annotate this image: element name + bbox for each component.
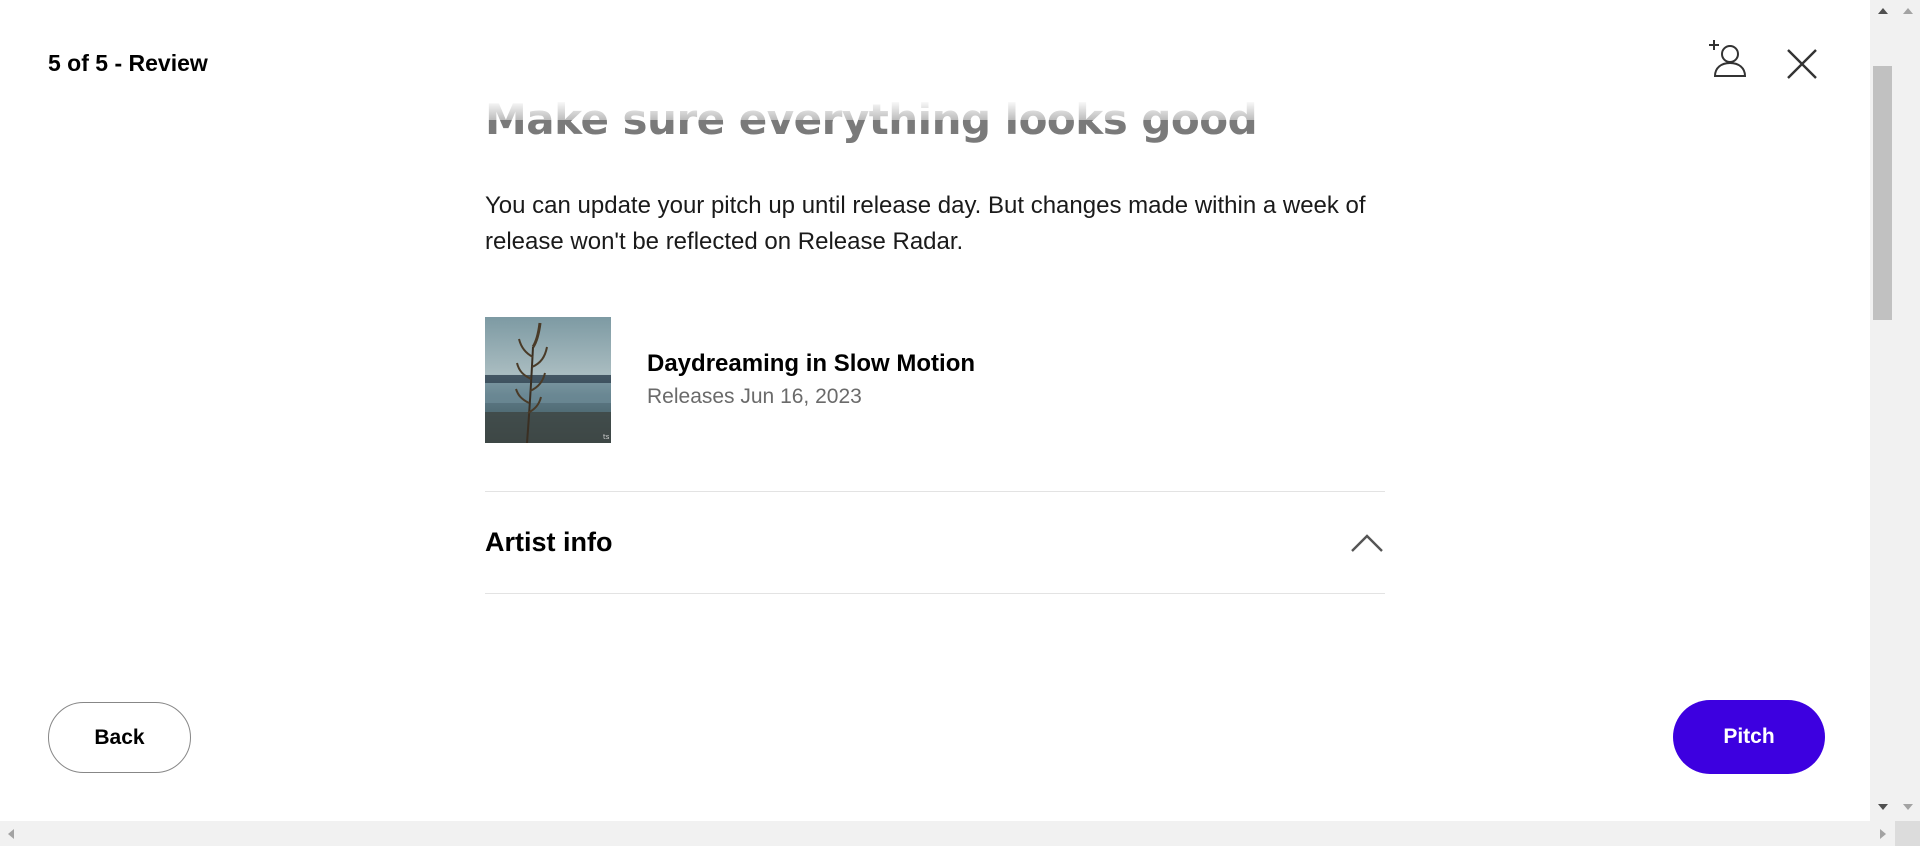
modal-viewport: Make sure everything looks good You can … xyxy=(0,0,1870,821)
pitch-button[interactable]: Pitch xyxy=(1673,700,1825,774)
horizontal-scrollbar[interactable] xyxy=(0,821,1895,846)
review-content: Make sure everything looks good You can … xyxy=(485,95,1385,594)
accordion-title: Artist info xyxy=(485,527,613,557)
scroll-right-arrow-icon[interactable] xyxy=(1880,829,1886,839)
vertical-scrollbar[interactable] xyxy=(1870,0,1895,821)
artist-info-accordion[interactable]: Artist info xyxy=(485,492,1385,593)
horizontal-scrollbar-thumb[interactable] xyxy=(22,824,1872,843)
scrollbar-corner xyxy=(1895,821,1920,846)
release-date: Releases Jun 16, 2023 xyxy=(647,385,862,408)
outer-scroll-up-arrow-icon[interactable] xyxy=(1903,8,1913,14)
scroll-down-arrow-icon[interactable] xyxy=(1878,804,1888,810)
outer-scroll-down-arrow-icon[interactable] xyxy=(1903,804,1913,810)
outer-vertical-scrollbar[interactable] xyxy=(1895,0,1920,846)
add-user-button[interactable] xyxy=(1706,38,1750,82)
release-text: Daydreaming in Slow Motion Releases Jun … xyxy=(647,349,975,411)
divider xyxy=(485,593,1385,594)
release-card: ts Daydreaming in Slow Motion Releases J… xyxy=(485,317,1385,443)
close-icon xyxy=(1784,49,1820,85)
svg-text:ts: ts xyxy=(603,433,610,441)
close-button[interactable] xyxy=(1784,46,1820,82)
release-title: Daydreaming in Slow Motion xyxy=(647,350,976,377)
back-button[interactable]: Back xyxy=(48,702,191,773)
top-bar: 5 of 5 - Review xyxy=(0,0,1870,120)
chevron-up-icon[interactable] xyxy=(1349,525,1385,561)
step-indicator: 5 of 5 - Review xyxy=(48,50,208,76)
scroll-left-arrow-icon[interactable] xyxy=(8,829,14,839)
review-description: You can update your pitch up until relea… xyxy=(485,192,1366,255)
vertical-scrollbar-thumb[interactable] xyxy=(1873,66,1892,320)
release-cover-art: ts xyxy=(485,317,611,443)
add-user-icon xyxy=(1706,40,1750,85)
scroll-up-arrow-icon[interactable] xyxy=(1878,8,1888,14)
